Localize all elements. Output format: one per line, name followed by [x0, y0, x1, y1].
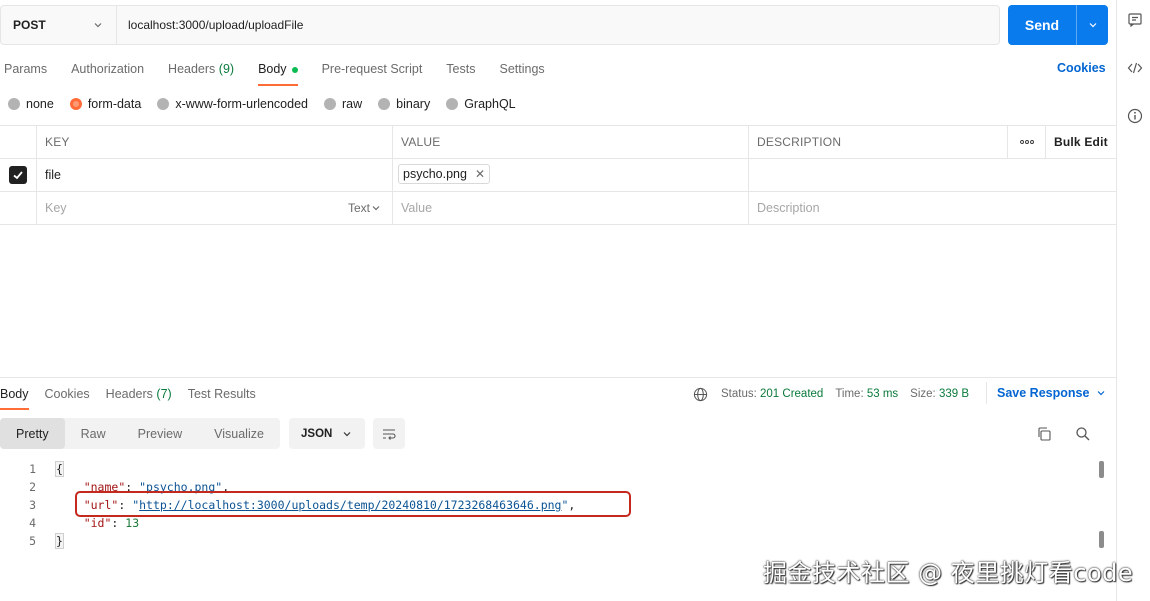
table-header-row: KEY VALUE DESCRIPTION Bulk Edit	[0, 126, 1116, 159]
view-tab-pretty[interactable]: Pretty	[0, 418, 65, 449]
radio-circle	[378, 98, 391, 110]
cookies-link[interactable]: Cookies	[1057, 61, 1106, 75]
description-cell[interactable]	[749, 159, 1116, 191]
headers-count: (9)	[218, 62, 235, 76]
radio-circle	[157, 98, 170, 110]
chevron-down-icon	[1097, 391, 1105, 396]
send-button[interactable]: Send	[1008, 5, 1076, 45]
body-type-radios: none form-data x-www-form-urlencoded raw…	[8, 97, 532, 111]
tab-pre-request-script[interactable]: Pre-request Script	[322, 60, 423, 86]
status-code[interactable]: 201 Created	[760, 388, 823, 400]
view-tab-preview[interactable]: Preview	[122, 418, 198, 449]
url-bar: POST localhost:3000/upload/uploadFile	[0, 5, 1000, 45]
form-data-table: KEY VALUE DESCRIPTION Bulk Edit file psy…	[0, 125, 1116, 225]
chevron-down-icon	[1089, 23, 1096, 28]
method-select[interactable]: POST	[1, 6, 117, 44]
table-row: file psycho.png ✕	[0, 159, 1116, 192]
resp-tab-cookies[interactable]: Cookies	[45, 386, 90, 410]
value-input[interactable]: Value	[393, 192, 749, 224]
bulk-edit-button[interactable]: Bulk Edit	[1046, 126, 1116, 158]
url-input[interactable]: localhost:3000/upload/uploadFile	[117, 6, 999, 44]
code-icon[interactable]	[1127, 60, 1143, 76]
tab-params[interactable]: Params	[4, 60, 47, 86]
response-size[interactable]: 339 B	[939, 388, 969, 400]
table-row-new: Key Text Value Description	[0, 192, 1116, 225]
description-input[interactable]: Description	[749, 192, 1116, 224]
radio-form-data[interactable]: form-data	[69, 97, 141, 111]
method-label: POST	[13, 18, 46, 32]
view-tab-raw[interactable]: Raw	[65, 418, 122, 449]
chevron-down-icon	[372, 206, 380, 211]
body-active-dot	[291, 66, 298, 73]
radio-x-www-form-urlencoded[interactable]: x-www-form-urlencoded	[157, 97, 308, 111]
more-options-button[interactable]	[1008, 126, 1046, 158]
chevron-down-icon	[343, 431, 351, 436]
documentation-icon[interactable]	[1127, 12, 1143, 28]
key-input[interactable]: Key Text	[37, 192, 393, 224]
file-chip: psycho.png ✕	[398, 163, 490, 184]
radio-none[interactable]: none	[8, 97, 54, 111]
request-tabs: Params Authorization Headers (9) Body Pr…	[4, 60, 569, 86]
scrollbar-thumb[interactable]	[1099, 531, 1104, 548]
right-sidebar	[1116, 0, 1150, 601]
save-response-button[interactable]: Save Response	[997, 386, 1107, 400]
more-horizontal-icon	[1019, 140, 1034, 144]
wrap-lines-icon	[383, 428, 396, 440]
response-time[interactable]: 53 ms	[867, 388, 898, 400]
chevron-down-icon	[94, 23, 102, 28]
key-cell[interactable]: file	[37, 159, 393, 191]
response-tabs: Body Cookies Headers (7) Test Results	[0, 386, 272, 410]
watermark: 掘金技术社区 @ 夜里挑灯看code	[763, 559, 1134, 587]
globe-icon[interactable]	[693, 387, 708, 402]
wrap-lines-button[interactable]	[373, 418, 405, 449]
tab-authorization[interactable]: Authorization	[71, 60, 144, 86]
tab-settings[interactable]: Settings	[499, 60, 544, 86]
search-icon[interactable]	[1075, 426, 1091, 442]
response-status: Status: 201 Created Time: 53 ms Size: 33…	[693, 386, 969, 402]
url-highlight-annotation	[75, 491, 631, 517]
radio-circle	[446, 98, 459, 110]
radio-circle	[324, 98, 336, 110]
send-options-button[interactable]	[1076, 5, 1108, 45]
column-header-key: KEY	[37, 126, 393, 158]
send-button-group: Send	[1008, 5, 1108, 45]
info-icon[interactable]	[1127, 108, 1143, 124]
view-tab-visualize[interactable]: Visualize	[198, 418, 280, 449]
resp-tab-body[interactable]: Body	[0, 386, 29, 410]
resp-tab-test-results[interactable]: Test Results	[188, 386, 256, 410]
view-mode-tabs: Pretty Raw Preview Visualize	[0, 418, 280, 449]
code-line: 1 {	[29, 461, 64, 477]
radio-circle-selected	[69, 98, 82, 110]
tab-headers[interactable]: Headers (9)	[168, 60, 234, 86]
format-select[interactable]: JSON	[289, 418, 365, 449]
copy-icon[interactable]	[1036, 426, 1052, 442]
radio-raw[interactable]: raw	[324, 97, 362, 111]
radio-binary[interactable]: binary	[378, 97, 430, 111]
checkmark-icon	[13, 171, 23, 180]
value-cell[interactable]: psycho.png ✕	[393, 159, 749, 191]
tab-body[interactable]: Body	[258, 60, 298, 86]
response-divider	[0, 377, 1116, 378]
column-header-value: VALUE	[393, 126, 749, 158]
tab-tests[interactable]: Tests	[446, 60, 475, 86]
code-line: 5 }	[29, 533, 64, 549]
resp-tab-headers[interactable]: Headers (7)	[106, 386, 172, 410]
column-header-description: DESCRIPTION	[749, 126, 1008, 158]
radio-circle	[8, 98, 20, 110]
divider	[986, 382, 987, 404]
remove-file-icon[interactable]: ✕	[475, 167, 485, 181]
key-type-select[interactable]: Text	[348, 201, 382, 215]
radio-graphql[interactable]: GraphQL	[446, 97, 516, 111]
row-enabled-checkbox[interactable]	[9, 166, 27, 184]
scrollbar-thumb[interactable]	[1099, 461, 1104, 478]
